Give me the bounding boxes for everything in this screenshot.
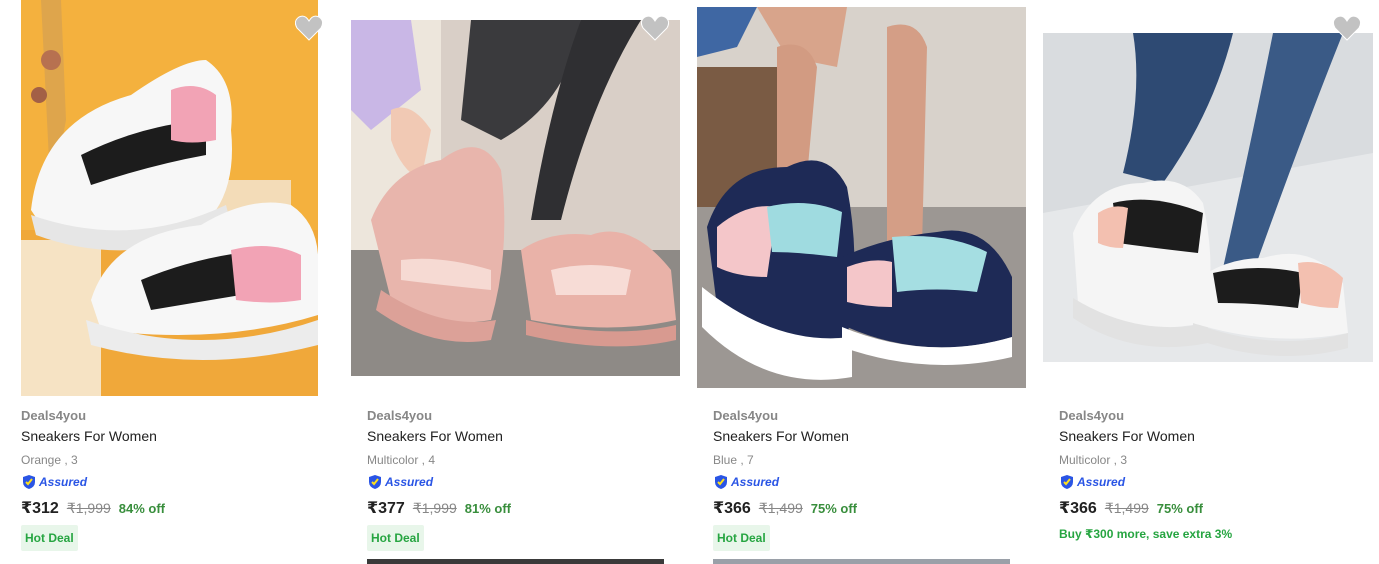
assured-shield-icon [369, 475, 381, 489]
wishlist-heart-icon[interactable] [294, 15, 324, 41]
product-title[interactable]: Sneakers For Women [713, 428, 849, 444]
product-card[interactable]: Deals4you Sneakers For Women Orange , 3 … [21, 0, 351, 564]
product-variant: Orange , 3 [21, 453, 78, 467]
product-title[interactable]: Sneakers For Women [1059, 428, 1195, 444]
assured-label: Assured [731, 475, 780, 489]
price-row: ₹366 ₹1,499 75% off [1059, 498, 1203, 518]
original-price: ₹1,499 [758, 500, 803, 516]
product-card[interactable]: Deals4you Sneakers For Women Multicolor … [351, 0, 681, 564]
original-price: ₹1,999 [412, 500, 457, 516]
product-brand: Deals4you [713, 408, 779, 423]
bundle-offer-text: Buy ₹300 more, save extra 3% [1059, 527, 1233, 541]
assured-shield-icon [1061, 475, 1073, 489]
hot-deal-badge: Hot Deal [713, 525, 770, 551]
product-brand: Deals4you [1059, 408, 1125, 423]
product-title[interactable]: Sneakers For Women [367, 428, 503, 444]
assured-badge: Assured [713, 474, 779, 490]
price-row: ₹312 ₹1,999 84% off [21, 498, 165, 518]
assured-label: Assured [1077, 475, 1126, 489]
product-variant: Multicolor , 4 [367, 453, 436, 467]
product-card[interactable]: Deals4you Sneakers For Women Multicolor … [1043, 0, 1379, 564]
assured-badge: Assured [21, 474, 87, 490]
product-card[interactable]: Deals4you Sneakers For Women Blue , 7 As… [697, 0, 1027, 564]
selling-price: ₹366 [1059, 500, 1097, 517]
price-row: ₹366 ₹1,499 75% off [713, 498, 857, 518]
assured-label: Assured [39, 475, 88, 489]
next-product-image-edge [367, 559, 664, 564]
selling-price: ₹366 [713, 500, 751, 517]
product-image[interactable] [21, 0, 318, 396]
discount-percent: 75% off [810, 501, 858, 516]
product-variant: Blue , 7 [713, 453, 754, 467]
product-brand: Deals4you [367, 408, 433, 423]
product-variant: Multicolor , 3 [1059, 453, 1128, 467]
hot-deal-badge: Hot Deal [21, 525, 78, 551]
assured-shield-icon [23, 475, 35, 489]
product-brand: Deals4you [21, 408, 87, 423]
discount-percent: 75% off [1156, 501, 1204, 516]
selling-price: ₹312 [21, 500, 59, 517]
assured-shield-icon [715, 475, 727, 489]
price-row: ₹377 ₹1,999 81% off [367, 498, 511, 518]
original-price: ₹1,999 [66, 500, 111, 516]
original-price: ₹1,499 [1104, 500, 1149, 516]
assured-label: Assured [385, 475, 434, 489]
next-product-image-edge [713, 559, 1010, 564]
discount-percent: 81% off [464, 501, 512, 516]
selling-price: ₹377 [367, 500, 405, 517]
hot-deal-badge: Hot Deal [367, 525, 424, 551]
product-title[interactable]: Sneakers For Women [21, 428, 157, 444]
assured-badge: Assured [367, 474, 433, 490]
discount-percent: 84% off [118, 501, 166, 516]
assured-badge: Assured [1059, 474, 1125, 490]
